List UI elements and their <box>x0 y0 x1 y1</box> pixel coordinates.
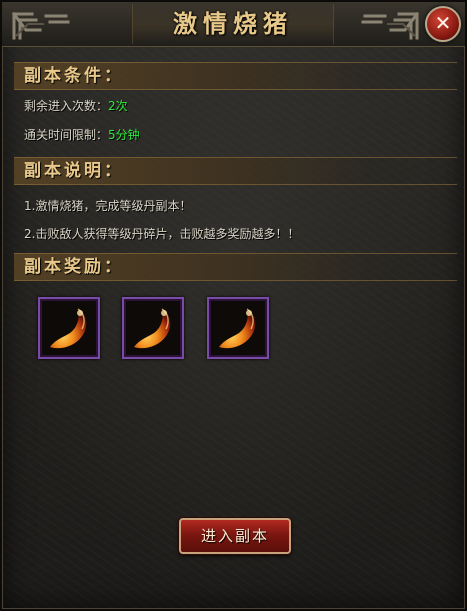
reward-item-slot[interactable] <box>38 297 100 359</box>
rewards-header-label: 副本奖励： <box>24 257 124 277</box>
description-line: 2.击败敌人获得等级丹碎片，击败越多奖励越多！！ <box>24 227 300 241</box>
conditions-header-label: 副本条件： <box>24 66 124 86</box>
reward-item-slot[interactable] <box>122 297 184 359</box>
title-bar[interactable]: 激情烧猪 ✕ <box>2 2 465 47</box>
description-header: 副本说明： <box>14 157 457 185</box>
description-line: 1.激情烧猪，完成等级丹副本！ <box>24 199 192 213</box>
level-pill-fragment-icon <box>134 308 171 349</box>
time-limit-row: 通关时间限制：5分钟 <box>24 126 140 143</box>
window-title: 激情烧猪 <box>132 4 334 44</box>
reward-item-slot[interactable] <box>207 297 269 359</box>
remaining-entries-label: 剩余进入次数： <box>24 99 109 113</box>
close-button[interactable]: ✕ <box>425 6 461 42</box>
conditions-header: 副本条件： <box>14 62 457 90</box>
corner-ornament-left-icon <box>11 11 70 40</box>
rewards-header: 副本奖励： <box>14 253 457 281</box>
level-pill-fragment-icon <box>50 308 87 349</box>
remaining-entries-row: 剩余进入次数：2次 <box>24 97 128 114</box>
corner-ornament-right-icon <box>361 11 420 40</box>
description-header-label: 副本说明： <box>24 161 124 181</box>
remaining-entries-value: 2次 <box>108 99 128 113</box>
time-limit-label: 通关时间限制： <box>24 128 109 142</box>
level-pill-fragment-icon <box>219 308 256 349</box>
enter-dungeon-button[interactable]: 进入副本 <box>179 518 291 554</box>
time-limit-value: 5分钟 <box>108 128 140 142</box>
dungeon-dialog: 激情烧猪 ✕ 副本条件： 剩余进入次数：2次 通关时间限制：5分钟 副本说明： … <box>0 0 467 611</box>
